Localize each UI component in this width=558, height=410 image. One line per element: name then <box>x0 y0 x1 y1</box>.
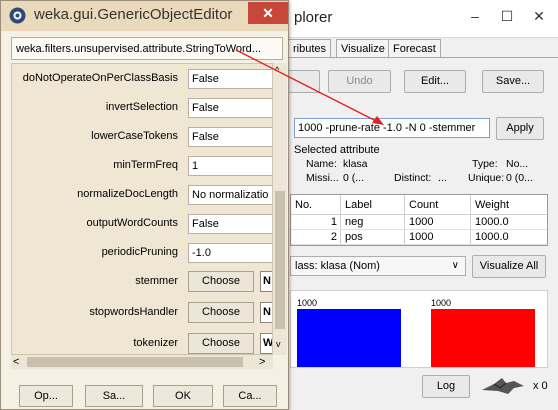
annotation-arrow <box>235 49 384 125</box>
arrow-line <box>235 49 379 123</box>
arrow-head <box>372 116 384 125</box>
